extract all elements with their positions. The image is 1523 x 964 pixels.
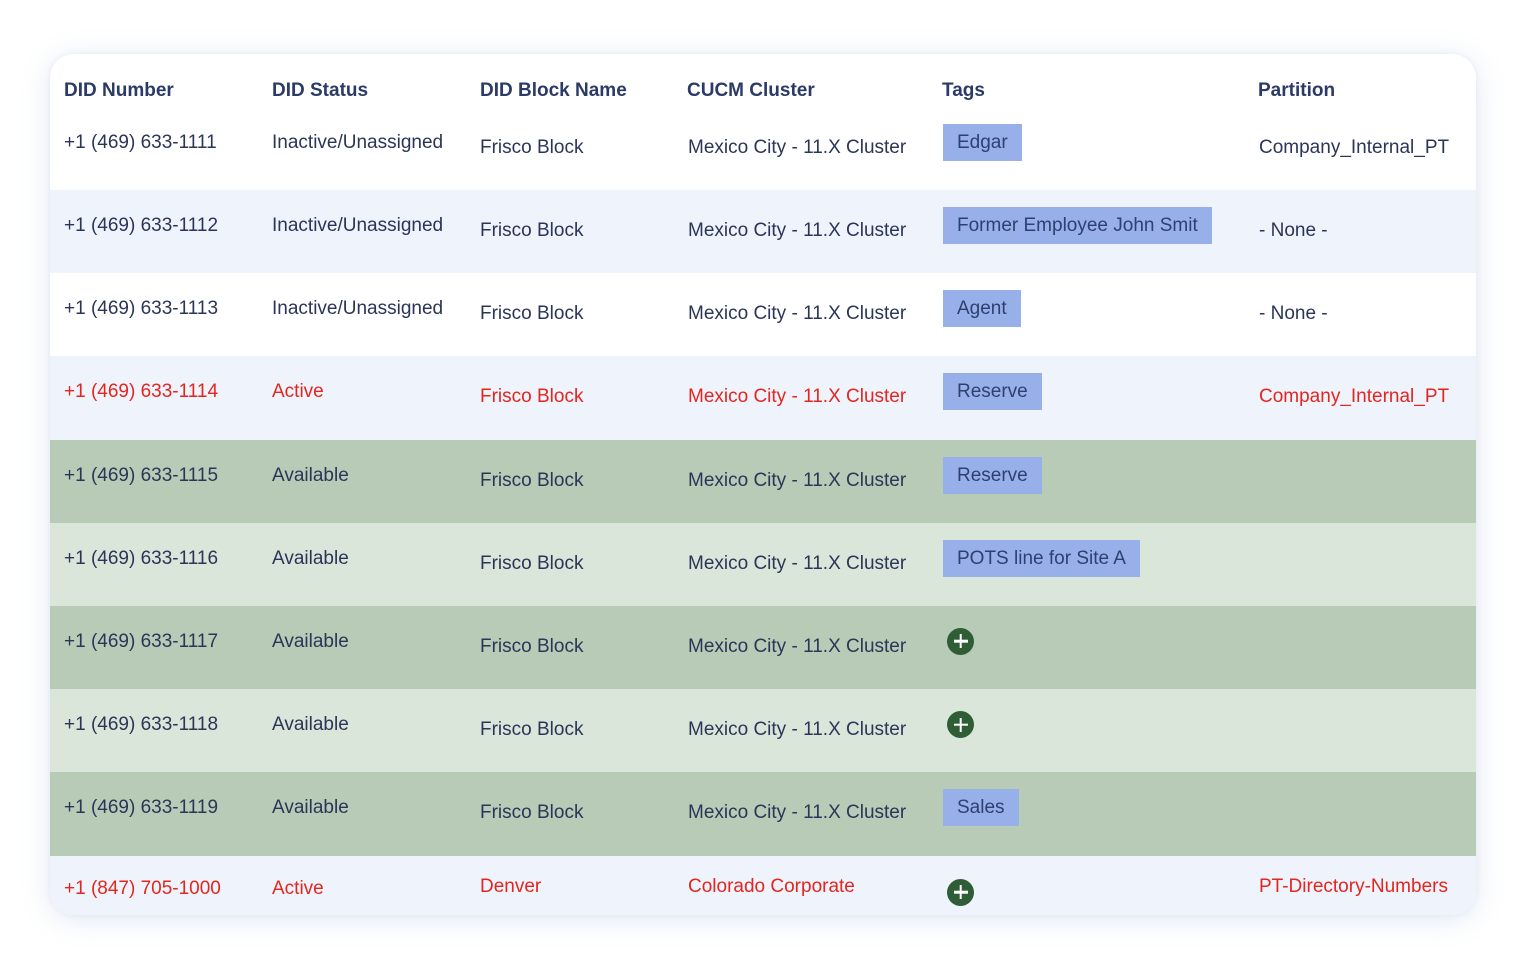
partition-cell: Company_Internal_PT (1259, 386, 1450, 408)
cucm-cluster-cell: Mexico City - 11.X Cluster (688, 719, 907, 741)
column-header-tags[interactable]: Tags (942, 80, 985, 102)
tags-cell: Agent (943, 290, 1021, 328)
partition-cell: PT-Directory-Numbers (1259, 875, 1448, 897)
did-status-cell: Available (272, 547, 349, 569)
table-row[interactable]: +1 (469) 633-1119 Available Frisco Block Me… (50, 772, 1476, 856)
column-header-partition[interactable]: Partition (1258, 80, 1335, 102)
did-number-cell[interactable]: +1 (469) 633-1113 (64, 298, 218, 320)
cucm-cluster-cell: Mexico City - 11.X Cluster (688, 802, 907, 824)
did-number-cell[interactable]: +1 (469) 633-1117 (64, 631, 218, 653)
tag-chip[interactable]: Edgar (943, 124, 1022, 161)
did-number-cell[interactable]: +1 (469) 633-1115 (64, 465, 218, 487)
column-header-did-status[interactable]: DID Status (272, 80, 368, 102)
tag-chip[interactable]: Reserve (943, 373, 1042, 411)
did-status-cell: Available (272, 630, 349, 652)
cucm-cluster-cell: Mexico City - 11.X Cluster (688, 137, 907, 158)
table-body: +1 (469) 633-1111 Inactive/Unassigned Fris… (50, 107, 1476, 915)
did-number-cell[interactable]: +1 (469) 633-1112 (64, 215, 218, 237)
column-header-did-block-name[interactable]: DID Block Name (480, 80, 627, 102)
did-block-name-cell: Frisco Block (480, 303, 584, 325)
did-table-card: DID Number DID Status DID Block Name CUC… (50, 54, 1476, 915)
did-block-name-cell: Frisco Block (480, 802, 584, 824)
plus-circle-icon[interactable] (947, 711, 974, 739)
cucm-cluster-cell: Mexico City - 11.X Cluster (688, 552, 907, 574)
tags-cell: POTS line for Site A (943, 539, 1140, 577)
cucm-cluster-cell: Mexico City - 11.X Cluster (688, 303, 907, 325)
tags-cell: Edgar (943, 124, 1022, 161)
cucm-cluster-cell: Colorado Corporate (688, 875, 855, 897)
tags-cell: Sales (943, 789, 1019, 827)
table-row[interactable]: +1 (469) 633-1117 Available Frisco Block Me… (50, 605, 1476, 690)
page: DID Number DID Status DID Block Name CUC… (0, 0, 1523, 964)
table-row[interactable]: +1 (469) 633-1113 Inactive/Unassigned Fris… (50, 273, 1476, 357)
did-block-name-cell: Frisco Block (480, 220, 584, 241)
tags-cell: Reserve (943, 456, 1042, 494)
did-status-cell: Available (272, 464, 349, 486)
tag-chip[interactable]: Sales (943, 789, 1019, 827)
cucm-cluster-cell: Mexico City - 11.X Cluster (688, 635, 907, 657)
partition-cell: - None - (1259, 303, 1328, 325)
tag-chip[interactable]: Agent (943, 290, 1021, 328)
table-row[interactable]: +1 (469) 633-1114 Active Frisco Block Mexic… (50, 356, 1476, 440)
did-block-name-cell: Frisco Block (480, 386, 584, 408)
partition-cell: Company_Internal_PT (1259, 137, 1450, 158)
did-status-cell: Inactive/Unassigned (272, 298, 444, 320)
cucm-cluster-cell: Mexico City - 11.X Cluster (688, 469, 907, 491)
did-number-cell[interactable]: +1 (469) 633-1119 (64, 797, 218, 819)
partition-cell: - None - (1259, 220, 1328, 241)
did-status-cell: Inactive/Unassigned (272, 215, 444, 236)
table-row[interactable]: +1 (469) 633-1116 Available Frisco Block Me… (50, 522, 1476, 606)
did-block-name-cell: Frisco Block (480, 469, 584, 491)
did-number-cell[interactable]: +1 (847) 705-1000 (64, 878, 221, 900)
did-block-name-cell: Frisco Block (480, 137, 584, 158)
did-number-cell[interactable]: +1 (469) 633-1111 (64, 132, 217, 154)
table-row[interactable]: +1 (469) 633-1111 Inactive/Unassigned Fris… (50, 107, 1476, 190)
did-status-cell: Active (272, 877, 324, 899)
tag-chip[interactable]: Former Employee John Smit (943, 207, 1212, 244)
plus-circle-icon[interactable] (947, 878, 974, 906)
tags-cell: Former Employee John Smit (943, 207, 1212, 244)
did-number-cell[interactable]: +1 (469) 633-1114 (64, 381, 218, 403)
did-block-name-cell: Frisco Block (480, 552, 584, 574)
plus-circle-icon[interactable] (947, 627, 974, 655)
column-header-cucm-cluster[interactable]: CUCM Cluster (687, 80, 815, 102)
did-status-cell: Inactive/Unassigned (272, 132, 444, 153)
column-header-did-number[interactable]: DID Number (64, 80, 174, 102)
tag-chip[interactable]: Reserve (943, 456, 1042, 494)
did-status-cell: Available (272, 797, 349, 819)
tag-chip[interactable]: POTS line for Site A (943, 539, 1140, 577)
did-number-cell[interactable]: +1 (469) 633-1116 (64, 548, 218, 570)
tags-cell: Reserve (943, 373, 1042, 411)
did-status-cell: Active (272, 381, 324, 403)
did-block-name-cell: Frisco Block (480, 719, 584, 741)
table-row[interactable]: +1 (847) 705-1000 Active Denver Colorado Co… (50, 855, 1476, 915)
did-block-name-cell: Denver (480, 875, 542, 897)
table-row[interactable]: +1 (469) 633-1118 Available Frisco Block Me… (50, 689, 1476, 773)
cucm-cluster-cell: Mexico City - 11.X Cluster (688, 220, 907, 241)
did-number-cell[interactable]: +1 (469) 633-1118 (64, 714, 218, 736)
table-row[interactable]: +1 (469) 633-1115 Available Frisco Block Me… (50, 439, 1476, 523)
table-row[interactable]: +1 (469) 633-1112 Inactive/Unassigned Fris… (50, 190, 1476, 274)
did-block-name-cell: Frisco Block (480, 635, 584, 657)
cucm-cluster-cell: Mexico City - 11.X Cluster (688, 386, 907, 408)
did-status-cell: Available (272, 714, 349, 736)
